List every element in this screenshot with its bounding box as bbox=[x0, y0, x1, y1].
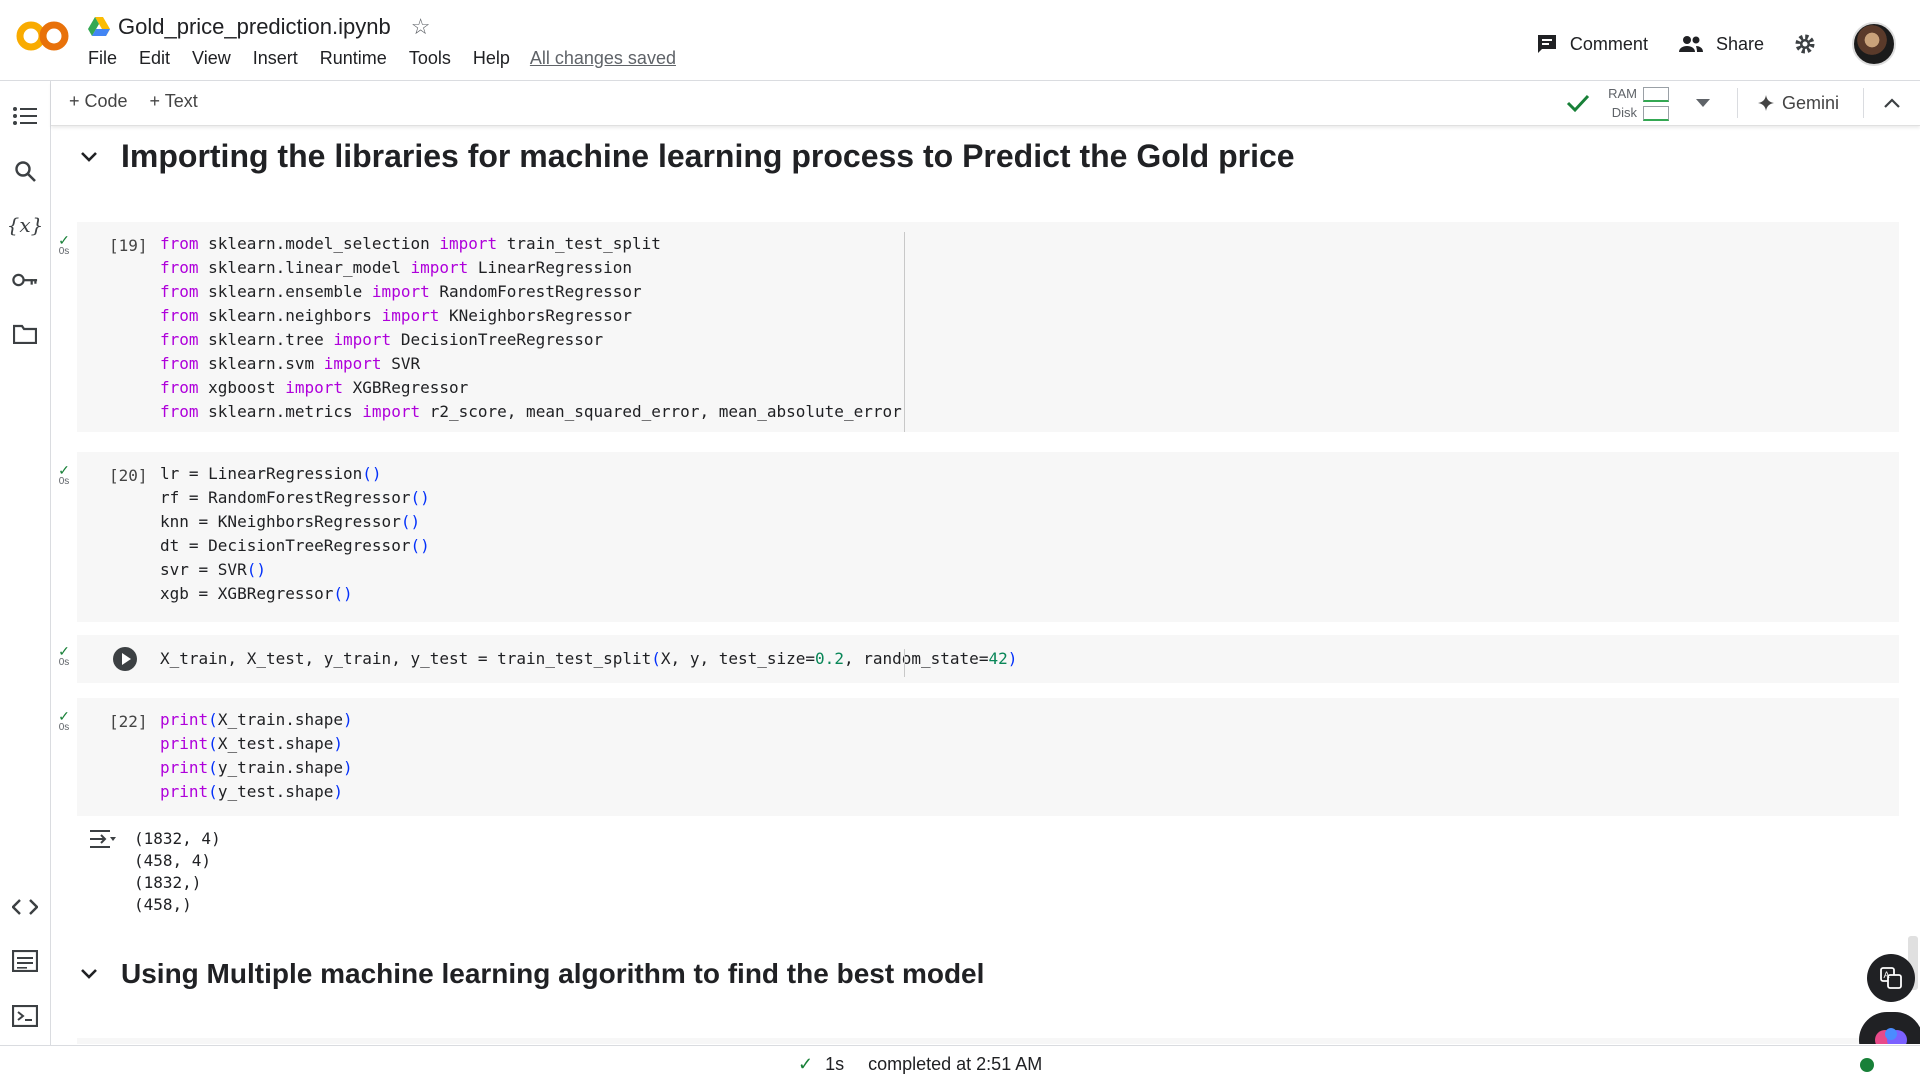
people-icon bbox=[1678, 36, 1703, 52]
left-sidebar: {x} bbox=[0, 81, 51, 1045]
gear-icon bbox=[1795, 34, 1815, 54]
execution-count: [19] bbox=[109, 236, 148, 255]
ram-label: RAM bbox=[1608, 86, 1637, 101]
save-status-link[interactable]: All changes saved bbox=[530, 48, 676, 69]
code-editor[interactable]: X_train, X_test, y_train, y_test = train… bbox=[160, 647, 1017, 671]
comment-icon bbox=[1537, 35, 1556, 53]
run-time: 0s bbox=[58, 722, 70, 733]
gemini-assistant-button[interactable] bbox=[1859, 1012, 1920, 1044]
chevron-down-icon[interactable] bbox=[77, 962, 101, 986]
chevron-down-icon[interactable] bbox=[1695, 98, 1711, 108]
avatar[interactable] bbox=[1852, 22, 1896, 66]
share-button[interactable]: Share bbox=[1678, 34, 1764, 55]
add-code-button[interactable]: + Code bbox=[69, 91, 128, 112]
check-icon: ✓ bbox=[58, 708, 70, 724]
ruler-line bbox=[904, 232, 905, 432]
star-icon[interactable]: ☆ bbox=[411, 14, 431, 40]
code-editor[interactable]: lr = LinearRegression() rf = RandomFores… bbox=[160, 462, 430, 606]
status-bar: ✓ 1s completed at 2:51 AM bbox=[0, 1045, 1920, 1081]
collapse-header-button[interactable] bbox=[1863, 88, 1900, 118]
search-icon[interactable] bbox=[12, 158, 38, 184]
code-editor[interactable]: from sklearn.model_selection import trai… bbox=[160, 232, 902, 424]
section-heading: Importing the libraries for machine lear… bbox=[77, 138, 1295, 175]
menu-bar: File Edit View Insert Runtime Tools Help… bbox=[88, 48, 698, 69]
check-icon: ✓ bbox=[58, 643, 70, 659]
disk-bar bbox=[1642, 106, 1669, 122]
chevron-up-icon bbox=[1884, 98, 1900, 108]
menu-runtime[interactable]: Runtime bbox=[320, 48, 387, 69]
app-header: Gold_price_prediction.ipynb ☆ File Edit … bbox=[0, 0, 1920, 81]
status-message[interactable]: completed at 2:51 AM bbox=[868, 1054, 1042, 1075]
add-text-button[interactable]: + Text bbox=[150, 91, 198, 112]
run-time: 0s bbox=[58, 476, 70, 487]
code-cell[interactable] bbox=[77, 1038, 1899, 1044]
notebook-toolbar: + Code + Text RAM Disk Gemini bbox=[51, 81, 1920, 126]
resource-monitor[interactable]: RAM Disk bbox=[1608, 84, 1669, 122]
cell-output: (1832, 4) (458, 4) (1832,) (458,) bbox=[134, 828, 221, 916]
variables-icon[interactable]: {x} bbox=[7, 212, 44, 238]
section-heading: Using Multiple machine learning algorith… bbox=[77, 958, 984, 990]
output-line: (1832,) bbox=[134, 873, 202, 892]
section-title: Importing the libraries for machine lear… bbox=[121, 138, 1295, 174]
menu-view[interactable]: View bbox=[192, 48, 231, 69]
code-cell[interactable]: ✓ 0s X_train, X_test, y_train, y_test = t… bbox=[58, 635, 1899, 683]
output-line: (1832, 4) bbox=[134, 829, 221, 848]
brain-icon bbox=[1875, 1028, 1907, 1044]
notebook-area: Importing the libraries for machine lear… bbox=[51, 126, 1920, 1044]
code-cell[interactable]: ✓ 0s [22] print(X_train.shape) print(X_te… bbox=[58, 698, 1899, 816]
code-snippets-icon[interactable] bbox=[12, 894, 38, 920]
run-time: 0s bbox=[58, 246, 70, 257]
run-status: ✓ 0s bbox=[57, 708, 71, 734]
output-line: (458, 4) bbox=[134, 851, 212, 870]
comment-label: Comment bbox=[1569, 33, 1648, 54]
section-title: Using Multiple machine learning algorith… bbox=[121, 958, 985, 989]
drive-icon[interactable] bbox=[88, 17, 110, 37]
connection-status-icon[interactable] bbox=[1860, 1058, 1874, 1072]
translate-icon: A bbox=[1880, 967, 1902, 989]
execution-count: [20] bbox=[109, 466, 148, 485]
code-cell[interactable]: ✓ 0s [20] lr = LinearRegression() rf = Ra… bbox=[58, 452, 1899, 622]
comment-button[interactable]: Comment bbox=[1536, 33, 1648, 55]
menu-edit[interactable]: Edit bbox=[139, 48, 170, 69]
command-palette-icon[interactable] bbox=[12, 948, 38, 974]
menu-help[interactable]: Help bbox=[473, 48, 510, 69]
disk-label: Disk bbox=[1611, 105, 1637, 120]
ram-bar bbox=[1642, 87, 1669, 103]
run-cell-button[interactable] bbox=[113, 647, 137, 671]
menu-insert[interactable]: Insert bbox=[253, 48, 298, 69]
run-status: ✓ 0s bbox=[57, 462, 71, 488]
run-status: ✓ 0s bbox=[57, 232, 71, 258]
colab-logo[interactable] bbox=[16, 16, 70, 56]
key-icon[interactable] bbox=[12, 267, 38, 293]
text-cursor bbox=[904, 649, 905, 677]
notebook-title[interactable]: Gold_price_prediction.ipynb bbox=[118, 14, 391, 40]
terminal-icon[interactable] bbox=[12, 1003, 38, 1029]
output-actions-icon[interactable] bbox=[89, 828, 117, 850]
menu-tools[interactable]: Tools bbox=[409, 48, 451, 69]
table-of-contents-icon[interactable] bbox=[12, 103, 38, 129]
sparkle-icon bbox=[1757, 95, 1774, 111]
share-label: Share bbox=[1715, 33, 1764, 54]
check-icon: ✓ bbox=[58, 462, 70, 478]
gemini-button[interactable]: Gemini bbox=[1736, 88, 1839, 118]
output-line: (458,) bbox=[134, 895, 192, 914]
check-icon: ✓ bbox=[58, 232, 70, 248]
code-editor[interactable]: print(X_train.shape) print(X_test.shape)… bbox=[160, 708, 353, 804]
folder-icon[interactable] bbox=[12, 321, 38, 347]
check-icon: ✓ bbox=[798, 1054, 814, 1074]
connected-check-icon bbox=[1567, 94, 1590, 113]
translate-button[interactable]: A bbox=[1867, 954, 1915, 1002]
svg-text:A: A bbox=[1884, 970, 1890, 980]
execution-count: [22] bbox=[109, 712, 148, 731]
chevron-down-icon[interactable] bbox=[77, 145, 101, 169]
settings-button[interactable] bbox=[1794, 33, 1828, 55]
run-status: ✓ 0s bbox=[57, 643, 71, 669]
gemini-label: Gemini bbox=[1781, 92, 1839, 113]
run-time: 0s bbox=[58, 657, 70, 668]
menu-file[interactable]: File bbox=[88, 48, 117, 69]
code-cell[interactable]: ✓ 0s [19] from sklearn.model_selection im… bbox=[58, 222, 1899, 432]
execution-duration: 1s bbox=[825, 1054, 845, 1074]
